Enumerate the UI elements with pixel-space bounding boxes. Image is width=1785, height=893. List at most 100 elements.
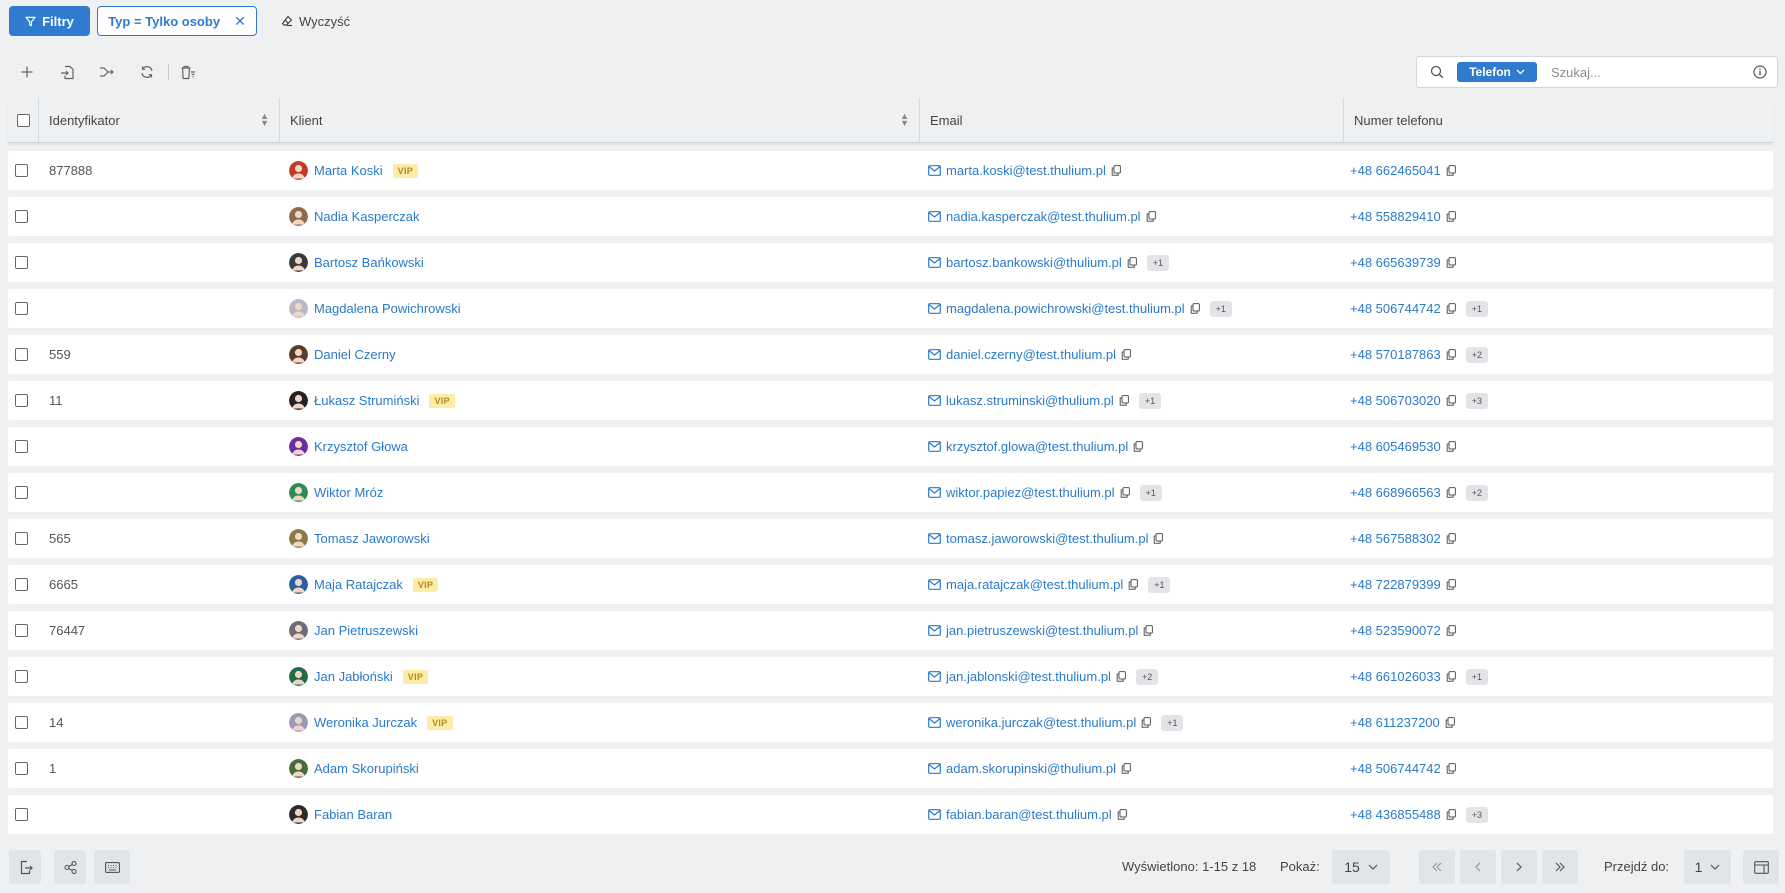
- copy-icon[interactable]: [1153, 533, 1164, 544]
- remove-filter-icon[interactable]: ✕: [234, 13, 246, 30]
- table-row[interactable]: 14 Weronika Jurczak VIP weronika.jurczak…: [8, 703, 1773, 742]
- active-filter-chip[interactable]: Typ = Tylko osoby ✕: [97, 6, 257, 36]
- row-checkbox[interactable]: [15, 532, 28, 545]
- client-name-link[interactable]: Jan Jabłoński: [314, 669, 393, 684]
- email-more-badge[interactable]: +1: [1209, 300, 1232, 317]
- table-row[interactable]: 76447 Jan Pietruszewski jan.pietruszewsk…: [8, 611, 1773, 650]
- copy-icon[interactable]: [1190, 303, 1200, 314]
- client-name-link[interactable]: Krzysztof Głowa: [314, 439, 408, 454]
- filters-button[interactable]: Filtry: [9, 6, 90, 36]
- phone-link[interactable]: +48 523590072: [1350, 623, 1441, 638]
- phone-more-badge[interactable]: +3: [1465, 806, 1488, 823]
- table-row[interactable]: Krzysztof Głowa krzysztof.glowa@test.thu…: [8, 427, 1773, 466]
- select-all-checkbox[interactable]: [16, 113, 30, 127]
- client-name-link[interactable]: Magdalena Powichrowski: [314, 301, 461, 316]
- copy-icon[interactable]: [1116, 671, 1126, 682]
- client-name-link[interactable]: Weronika Jurczak: [314, 715, 417, 730]
- row-checkbox[interactable]: [15, 716, 28, 729]
- email-link[interactable]: wiktor.papiez@test.thulium.pl: [946, 485, 1115, 500]
- page-size-select[interactable]: 15: [1332, 850, 1390, 884]
- row-checkbox[interactable]: [15, 164, 28, 177]
- phone-link[interactable]: +48 558829410: [1350, 209, 1441, 224]
- phone-more-badge[interactable]: +2: [1465, 484, 1488, 501]
- copy-icon[interactable]: [1141, 717, 1152, 728]
- copy-icon[interactable]: [1446, 303, 1456, 314]
- goto-page-select[interactable]: 1: [1684, 850, 1731, 884]
- table-row[interactable]: Fabian Baran fabian.baran@test.thulium.p…: [8, 795, 1773, 834]
- copy-icon[interactable]: [1446, 349, 1456, 360]
- client-name-link[interactable]: Wiktor Mróz: [314, 485, 383, 500]
- table-row[interactable]: 559 Daniel Czerny daniel.czerny@test.thu…: [8, 335, 1773, 374]
- row-checkbox[interactable]: [15, 302, 28, 315]
- email-link[interactable]: jan.pietruszewski@test.thulium.pl: [946, 623, 1138, 638]
- email-link[interactable]: fabian.baran@test.thulium.pl: [946, 807, 1112, 822]
- phone-link[interactable]: +48 665639739: [1350, 255, 1441, 270]
- email-more-badge[interactable]: +1: [1148, 576, 1171, 593]
- email-link[interactable]: tomasz.jaworowski@test.thulium.pl: [946, 531, 1148, 546]
- phone-link[interactable]: +48 605469530: [1350, 439, 1441, 454]
- phone-link[interactable]: +48 506703020: [1350, 393, 1441, 408]
- row-checkbox[interactable]: [15, 578, 28, 591]
- table-row[interactable]: 6665 Maja Ratajczak VIP maja.ratajczak@t…: [8, 565, 1773, 604]
- copy-icon[interactable]: [1446, 211, 1456, 222]
- copy-icon[interactable]: [1128, 579, 1139, 590]
- email-more-badge[interactable]: +1: [1139, 484, 1162, 501]
- copy-icon[interactable]: [1446, 395, 1456, 406]
- phone-link[interactable]: +48 436855488: [1350, 807, 1441, 822]
- email-link[interactable]: bartosz.bankowski@thulium.pl: [946, 255, 1122, 270]
- first-page-button[interactable]: [1419, 850, 1455, 884]
- table-row[interactable]: Bartosz Bańkowski bartosz.bankowski@thul…: [8, 243, 1773, 282]
- copy-icon[interactable]: [1117, 809, 1127, 820]
- copy-icon[interactable]: [1111, 165, 1121, 176]
- phone-link[interactable]: +48 662465041: [1350, 163, 1441, 178]
- row-checkbox[interactable]: [15, 256, 28, 269]
- clear-filters-button[interactable]: Wyczyść: [281, 14, 350, 29]
- column-header-client[interactable]: Klient ▲ ▼: [280, 97, 920, 143]
- next-page-button[interactable]: [1501, 850, 1537, 884]
- email-more-badge[interactable]: +1: [1146, 254, 1170, 271]
- copy-icon[interactable]: [1446, 257, 1456, 268]
- copy-icon[interactable]: [1119, 395, 1129, 406]
- row-checkbox[interactable]: [15, 808, 28, 821]
- copy-icon[interactable]: [1446, 165, 1456, 176]
- table-row[interactable]: Wiktor Mróz wiktor.papiez@test.thulium.p…: [8, 473, 1773, 512]
- search-icon[interactable]: [1417, 65, 1457, 79]
- row-checkbox[interactable]: [15, 486, 28, 499]
- layout-toggle-button[interactable]: [1743, 850, 1779, 884]
- phone-link[interactable]: +48 570187863: [1350, 347, 1441, 362]
- phone-link[interactable]: +48 506744742: [1350, 761, 1441, 776]
- copy-icon[interactable]: [1446, 625, 1456, 636]
- row-checkbox[interactable]: [15, 440, 28, 453]
- row-checkbox[interactable]: [15, 670, 28, 683]
- copy-icon[interactable]: [1121, 349, 1131, 360]
- client-name-link[interactable]: Tomasz Jaworowski: [314, 531, 430, 546]
- info-icon[interactable]: [1753, 65, 1767, 79]
- client-name-link[interactable]: Jan Pietruszewski: [314, 623, 418, 638]
- copy-icon[interactable]: [1446, 487, 1456, 498]
- table-row[interactable]: 11 Łukasz Strumiński VIP lukasz.strumins…: [8, 381, 1773, 420]
- phone-link[interactable]: +48 611237200: [1350, 715, 1440, 730]
- email-link[interactable]: jan.jablonski@test.thulium.pl: [946, 669, 1111, 684]
- copy-icon[interactable]: [1146, 211, 1156, 222]
- row-checkbox[interactable]: [15, 762, 28, 775]
- row-checkbox[interactable]: [15, 394, 28, 407]
- row-checkbox[interactable]: [15, 210, 28, 223]
- copy-icon[interactable]: [1445, 717, 1455, 728]
- copy-icon[interactable]: [1446, 533, 1456, 544]
- email-link[interactable]: nadia.kasperczak@test.thulium.pl: [946, 209, 1141, 224]
- phone-more-badge[interactable]: +3: [1465, 392, 1488, 409]
- email-more-badge[interactable]: +2: [1135, 668, 1159, 685]
- email-link[interactable]: adam.skorupinski@thulium.pl: [946, 761, 1116, 776]
- copy-icon[interactable]: [1446, 763, 1456, 774]
- row-checkbox[interactable]: [15, 348, 28, 361]
- keyboard-button[interactable]: [94, 850, 130, 884]
- copy-icon[interactable]: [1143, 625, 1154, 636]
- phone-link[interactable]: +48 661026033: [1350, 669, 1441, 684]
- table-row[interactable]: 565 Tomasz Jaworowski tomasz.jaworowski@…: [8, 519, 1773, 558]
- search-input[interactable]: [1551, 64, 1731, 80]
- client-name-link[interactable]: Bartosz Bańkowski: [314, 255, 424, 270]
- client-name-link[interactable]: Adam Skorupiński: [314, 761, 419, 776]
- email-link[interactable]: maja.ratajczak@test.thulium.pl: [946, 577, 1123, 592]
- copy-icon[interactable]: [1121, 763, 1131, 774]
- email-link[interactable]: lukasz.struminski@thulium.pl: [946, 393, 1114, 408]
